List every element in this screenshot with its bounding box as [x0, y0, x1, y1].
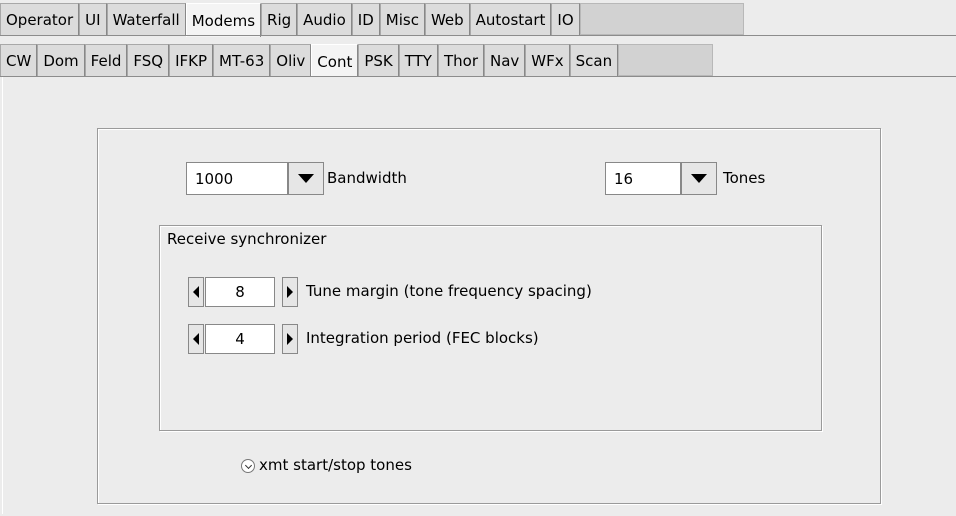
tones-dropdown-button[interactable] [681, 162, 717, 195]
tune-margin-value: 8 [235, 283, 245, 301]
tab-cont[interactable]: Cont [311, 44, 359, 78]
tab-psk[interactable]: PSK [358, 44, 399, 76]
tab-waterfall[interactable]: Waterfall [106, 3, 186, 35]
tab-label: Oliv [276, 51, 306, 70]
tab-operator[interactable]: Operator [0, 3, 80, 35]
tab-dom[interactable]: Dom [37, 44, 85, 76]
bandwidth-value: 1000 [195, 169, 234, 188]
tab-autostart[interactable]: Autostart [469, 3, 552, 35]
chevron-down-icon [298, 174, 314, 183]
tab-label: Nav [490, 51, 520, 70]
integration-period-increment-button[interactable] [282, 324, 298, 354]
tab-io[interactable]: IO [551, 3, 580, 35]
tab-label: WFx [531, 51, 564, 70]
bandwidth-label: Bandwidth [327, 169, 407, 187]
tab-web[interactable]: Web [424, 3, 470, 35]
tab-bar-filler [618, 44, 714, 76]
xmt-start-stop-tones-checkbox[interactable] [241, 459, 255, 473]
tab-ui[interactable]: UI [79, 3, 107, 35]
tab-label: Autostart [475, 10, 546, 29]
tab-misc[interactable]: Misc [379, 3, 425, 35]
chevron-down-icon [691, 174, 707, 183]
tab-feld[interactable]: Feld [84, 44, 128, 76]
tab-label: CW [6, 51, 32, 70]
tab-label: Web [430, 10, 464, 29]
tab-id[interactable]: ID [351, 3, 380, 35]
tab-bar-divider [0, 35, 956, 36]
integration-period-value: 4 [235, 330, 245, 348]
tab-label: Dom [43, 51, 79, 70]
xmt-start-stop-tones-label[interactable]: xmt start/stop tones [259, 456, 412, 474]
tab-cw[interactable]: CW [0, 44, 38, 76]
tab-label: Cont [317, 52, 353, 71]
tune-margin-decrement-button[interactable] [188, 277, 204, 307]
bandwidth-select[interactable]: 1000 [186, 162, 288, 195]
tones-select[interactable]: 16 [605, 162, 681, 195]
tab-label: IO [557, 10, 574, 29]
tune-margin-label: Tune margin (tone frequency spacing) [306, 282, 592, 300]
tab-nav[interactable]: Nav [484, 44, 526, 76]
tab-thor[interactable]: Thor [437, 44, 484, 76]
tune-margin-input[interactable]: 8 [205, 277, 275, 307]
chevron-left-icon [193, 333, 199, 345]
tab-label: Misc [385, 10, 419, 29]
tab-label: Modems [191, 11, 256, 30]
tones-label: Tones [723, 169, 766, 187]
tab-label: Rig [267, 10, 292, 29]
tab-label: PSK [364, 51, 393, 70]
receive-synchronizer-title: Receive synchronizer [167, 230, 327, 248]
chevron-left-icon [193, 286, 199, 298]
tab-label: IFKP [175, 51, 208, 70]
tab-tty[interactable]: TTY [398, 44, 438, 76]
tab-label: Scan [575, 51, 613, 70]
tab-audio[interactable]: Audio [297, 3, 352, 35]
tab-label: Operator [6, 10, 74, 29]
tab-fsq[interactable]: FSQ [127, 44, 170, 76]
tab-label: Waterfall [112, 10, 180, 29]
tab-label: Feld [90, 51, 122, 70]
tab-oliv[interactable]: Oliv [270, 44, 312, 76]
tab-bar-filler [579, 3, 744, 35]
bandwidth-dropdown-button[interactable] [288, 162, 324, 195]
integration-period-input[interactable]: 4 [205, 324, 275, 354]
tab-mt63[interactable]: MT-63 [213, 44, 271, 76]
tab-label: TTY [404, 51, 432, 70]
tab-wfx[interactable]: WFx [525, 44, 570, 76]
tune-margin-increment-button[interactable] [282, 277, 298, 307]
integration-period-decrement-button[interactable] [188, 324, 204, 354]
integration-period-label: Integration period (FEC blocks) [306, 329, 539, 347]
tab-label: MT-63 [219, 51, 265, 70]
tab-modems[interactable]: Modems [185, 3, 262, 37]
tab-ifkp[interactable]: IFKP [169, 44, 214, 76]
tab-label: FSQ [133, 51, 164, 70]
chevron-right-icon [287, 333, 293, 345]
tab-label: UI [85, 10, 101, 29]
tab-label: Thor [443, 51, 478, 70]
tab-rig[interactable]: Rig [261, 3, 298, 35]
checkmark-icon [244, 461, 252, 469]
main-tab-bar: Operator UI Waterfall Modems Rig Audio I… [0, 3, 744, 37]
tones-value: 16 [614, 169, 634, 188]
tab-label: ID [357, 10, 374, 29]
tab-label: Audio [303, 10, 346, 29]
chevron-right-icon [287, 286, 293, 298]
tab-scan[interactable]: Scan [569, 44, 619, 76]
modem-tab-bar: CW Dom Feld FSQ IFKP MT-63 Oliv Cont PSK… [0, 44, 714, 78]
